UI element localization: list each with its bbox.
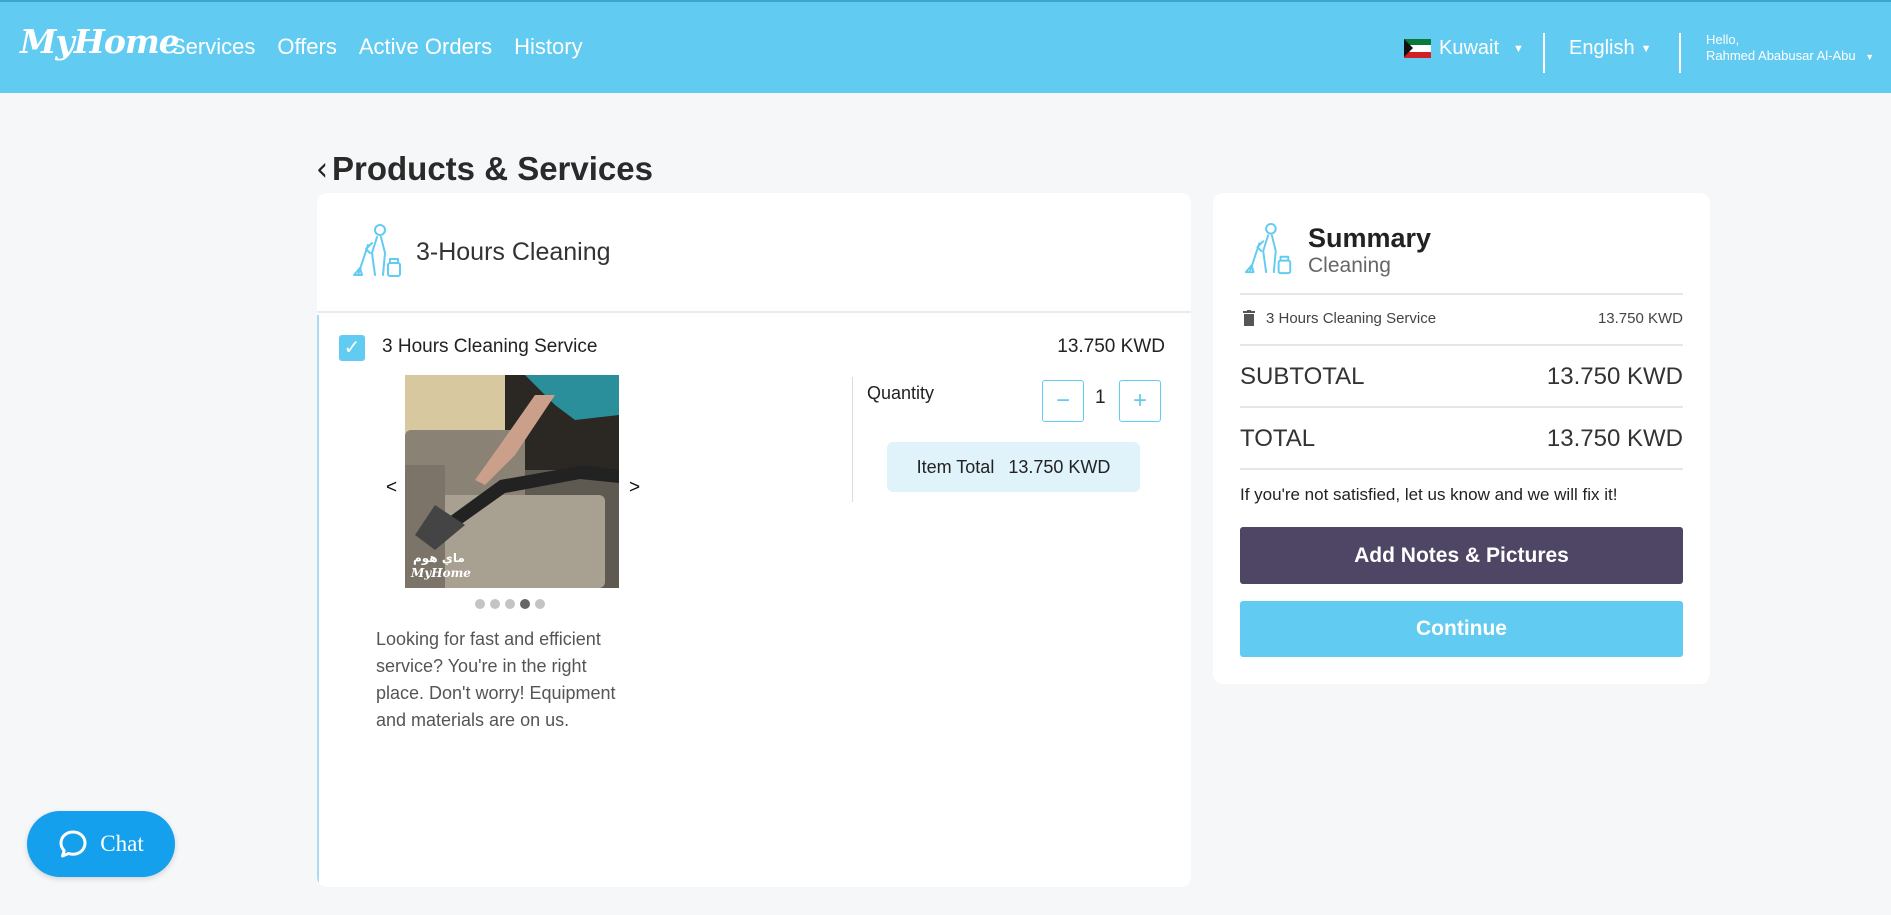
caret-down-icon: ▼	[1865, 52, 1875, 62]
language-label: English	[1569, 37, 1635, 59]
nav-divider	[1679, 33, 1681, 73]
nav-link-services[interactable]: Services	[171, 34, 255, 60]
subtotal-label: SUBTOTAL	[1240, 363, 1365, 390]
summary-divider	[1240, 344, 1683, 346]
chat-bubble-icon	[59, 830, 87, 858]
nav-divider	[1543, 33, 1545, 73]
summary-divider	[1240, 468, 1683, 470]
summary-title: Summary	[1308, 223, 1432, 253]
chat-button[interactable]: Chat	[27, 811, 175, 877]
product-card-title: 3-Hours Cleaning	[416, 238, 611, 266]
main-nav: Services Offers Active Orders History	[171, 34, 583, 60]
user-name: Rahmed Ababusar Al-Abu	[1706, 48, 1856, 63]
service-photo: ماي هوم MyHome	[405, 375, 619, 588]
item-total-box: Item Total 13.750 KWD	[887, 442, 1140, 492]
continue-button[interactable]: Continue	[1240, 601, 1683, 657]
carousel-dot[interactable]	[535, 599, 545, 609]
nav-link-active-orders[interactable]: Active Orders	[359, 34, 492, 60]
carousel-dot[interactable]	[475, 599, 485, 609]
country-selector[interactable]: Kuwait ▼	[1404, 2, 1524, 95]
user-menu[interactable]: Hello, Rahmed Ababusar Al-Abu ▼	[1706, 2, 1874, 95]
service-item-price: 13.750 KWD	[1057, 336, 1165, 357]
service-item: ✓ 3 Hours Cleaning Service 13.750 KWD < …	[317, 315, 1191, 887]
caret-down-icon: ▼	[1513, 42, 1524, 55]
trash-icon[interactable]	[1242, 310, 1256, 326]
total-value: 13.750 KWD	[1546, 425, 1683, 452]
country-label: Kuwait	[1439, 37, 1500, 59]
item-total-value: 13.750 KWD	[1008, 456, 1111, 477]
carousel-dots	[475, 599, 545, 609]
quantity-value: 1	[1095, 387, 1106, 408]
service-item-name: 3 Hours Cleaning Service	[382, 336, 598, 357]
nav-link-offers[interactable]: Offers	[277, 34, 337, 60]
caret-down-icon: ▼	[1640, 42, 1652, 55]
carousel-dot[interactable]	[490, 599, 500, 609]
back-chevron-icon[interactable]: ‹	[316, 150, 328, 189]
carousel-dot[interactable]	[505, 599, 515, 609]
page-title: Products & Services	[332, 150, 653, 187]
myhome-logo[interactable]: MyHome	[20, 22, 180, 61]
summary-subtitle: Cleaning	[1308, 254, 1391, 277]
chat-label: Chat	[100, 831, 144, 856]
summary-divider	[1240, 406, 1683, 408]
cleaning-person-icon	[1244, 223, 1292, 275]
summary-card: Summary Cleaning 3 Hours Cleaning Servic…	[1213, 193, 1710, 684]
subtotal-value: 13.750 KWD	[1546, 363, 1683, 390]
item-total-label: Item Total	[916, 456, 995, 477]
user-greeting: Hello,	[1706, 32, 1740, 47]
carousel-prev-button[interactable]: <	[386, 477, 397, 499]
product-card-header: 3-Hours Cleaning	[317, 193, 1191, 313]
total-label: TOTAL	[1240, 425, 1316, 452]
top-navbar: MyHome Services Offers Active Orders His…	[0, 0, 1891, 93]
carousel-dot-active[interactable]	[520, 599, 530, 609]
product-card: 3-Hours Cleaning ✓ 3 Hours Cleaning Serv…	[317, 193, 1191, 887]
summary-line-item-name: 3 Hours Cleaning Service	[1266, 310, 1437, 327]
photo-watermark-arabic: ماي هوم	[413, 551, 465, 566]
nav-link-history[interactable]: History	[514, 34, 582, 60]
service-checkbox[interactable]: ✓	[339, 335, 365, 361]
increase-quantity-button[interactable]: +	[1119, 380, 1161, 422]
carousel-next-button[interactable]: >	[629, 477, 640, 499]
decrease-quantity-button[interactable]: −	[1042, 380, 1084, 422]
quantity-divider	[852, 377, 853, 502]
quantity-label: Quantity	[867, 383, 935, 403]
cleaning-person-icon	[353, 224, 401, 277]
kuwait-flag-icon	[1404, 39, 1431, 58]
photo-watermark-logo: MyHome	[410, 566, 471, 580]
summary-line-item-price: 13.750 KWD	[1597, 310, 1683, 327]
summary-divider	[1240, 293, 1683, 295]
service-description: Looking for fast and efficient service? …	[376, 629, 616, 730]
language-selector[interactable]: English ▼	[1569, 2, 1652, 95]
page-header: ‹ Products & Services	[316, 150, 653, 189]
satisfaction-guarantee-text: If you're not satisfied, let us know and…	[1240, 485, 1618, 504]
add-notes-pictures-button[interactable]: Add Notes & Pictures	[1240, 527, 1683, 584]
